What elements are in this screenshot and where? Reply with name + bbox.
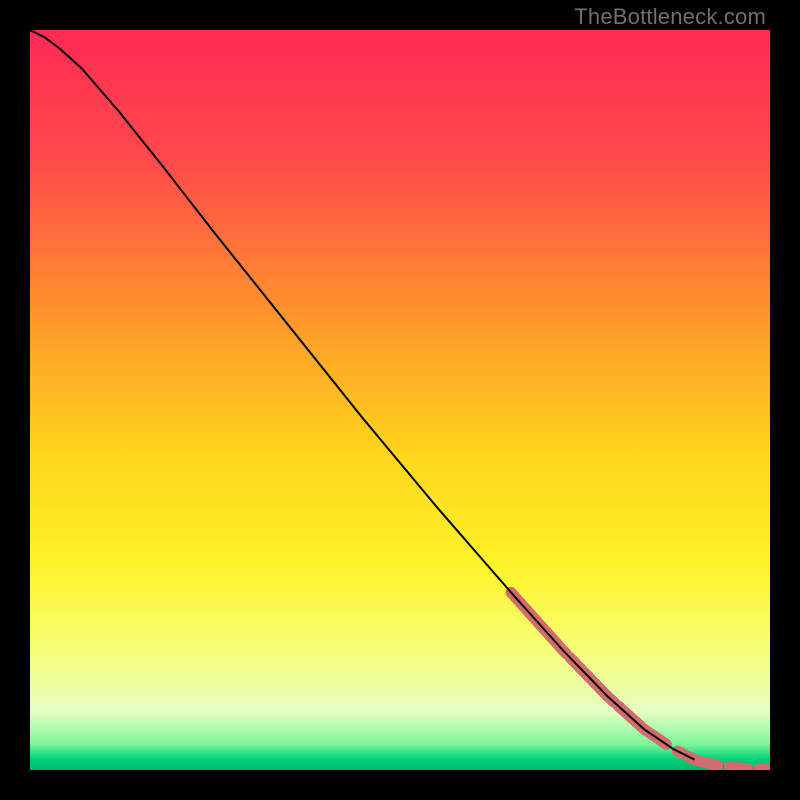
- gradient-background: [30, 30, 770, 770]
- tail-dash: [700, 761, 719, 765]
- tail-dash: [729, 767, 748, 769]
- chart-svg: [30, 30, 770, 770]
- watermark-text: TheBottleneck.com: [574, 4, 766, 30]
- chart-frame: [30, 30, 770, 770]
